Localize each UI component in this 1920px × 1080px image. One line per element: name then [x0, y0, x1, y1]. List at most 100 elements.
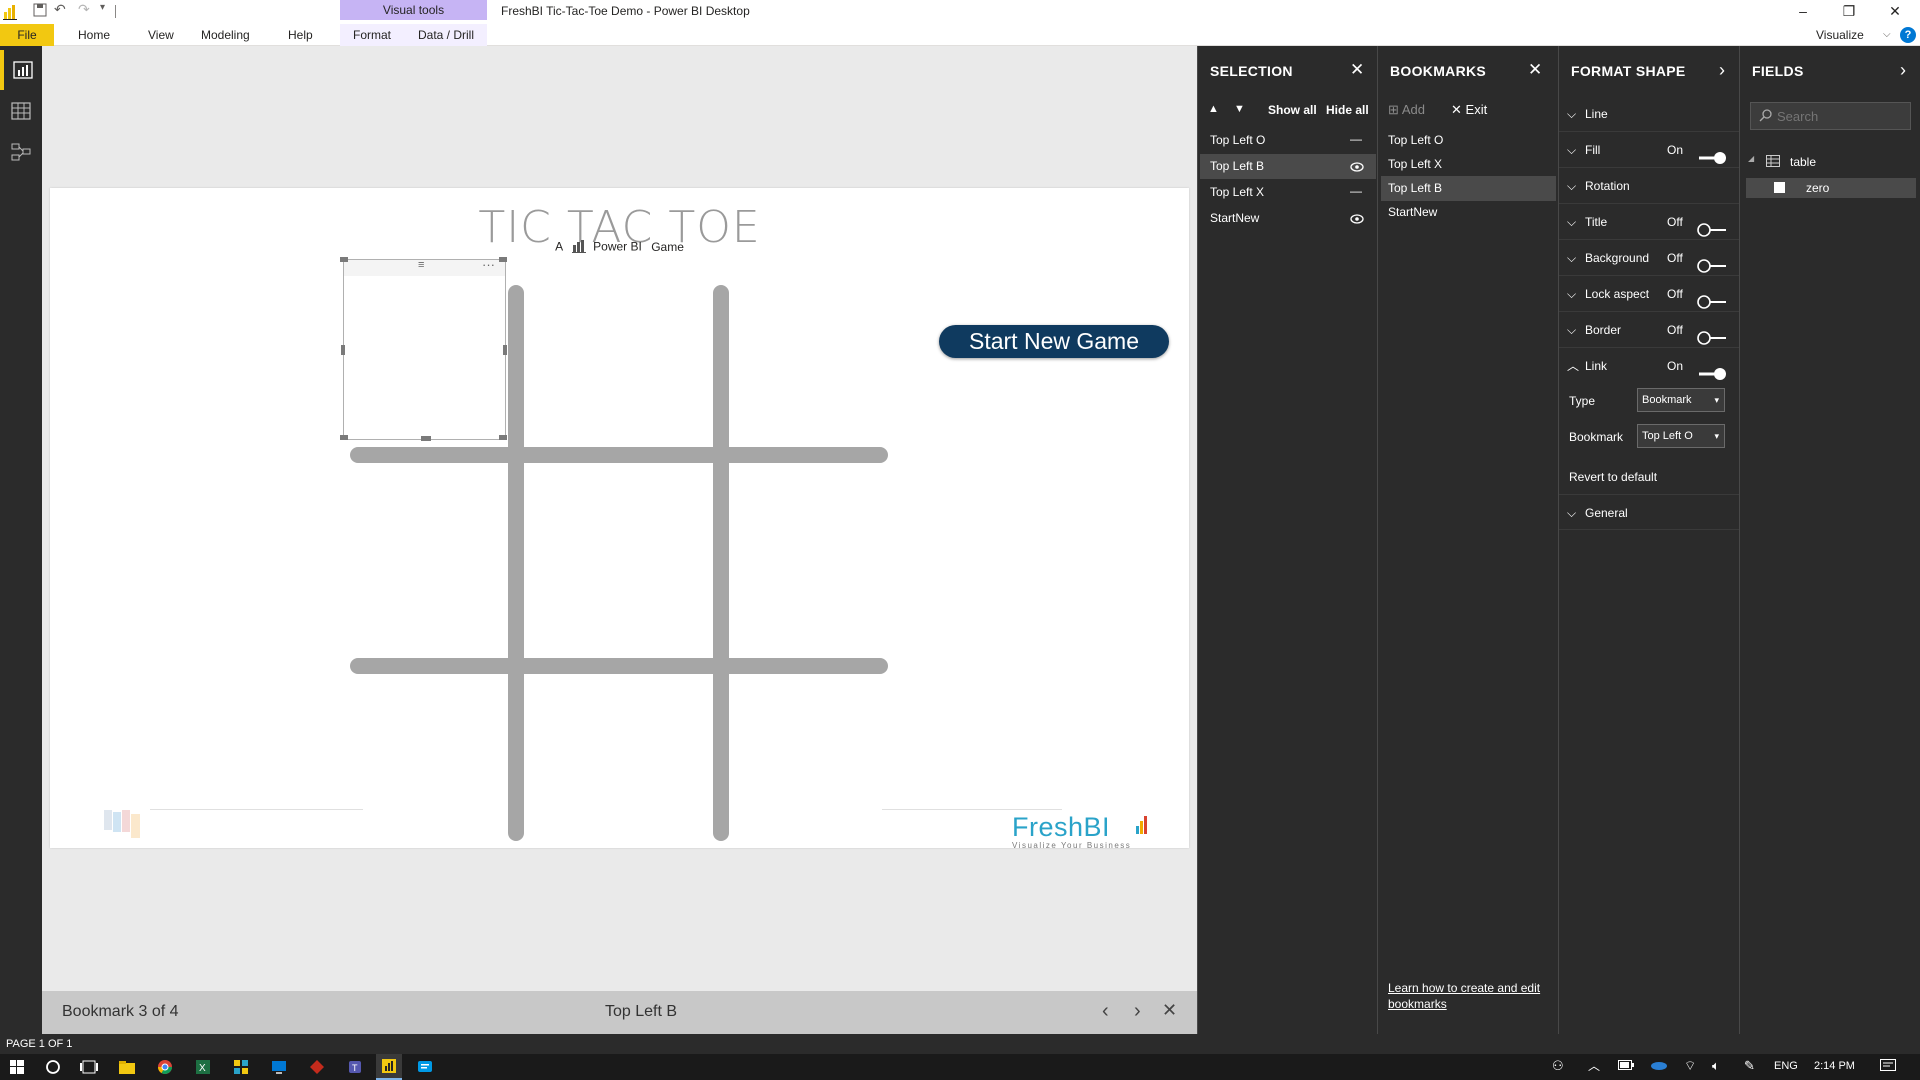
messaging-icon[interactable]: [414, 1057, 436, 1077]
previous-bookmark-icon[interactable]: ‹: [1102, 1000, 1109, 1023]
tab-modeling[interactable]: Modeling: [201, 24, 250, 46]
language-indicator[interactable]: ENG: [1774, 1060, 1798, 1072]
resize-handle[interactable]: [340, 257, 348, 262]
wifi-icon[interactable]: ⌔: [1684, 1058, 1696, 1074]
fields-search-box[interactable]: [1750, 102, 1911, 130]
fill-toggle[interactable]: [1697, 143, 1727, 164]
section-link[interactable]: ︿ Link On: [1559, 348, 1739, 384]
tab-file[interactable]: File: [0, 24, 54, 46]
section-rotation[interactable]: ⌵ Rotation: [1559, 168, 1739, 204]
data-view-icon[interactable]: [0, 91, 42, 131]
table-node[interactable]: ◢ table: [1748, 152, 1916, 172]
task-view-icon[interactable]: [78, 1057, 100, 1077]
resize-handle[interactable]: [499, 257, 507, 262]
volume-icon[interactable]: 🔈︎: [1712, 1058, 1720, 1074]
chrome-icon[interactable]: [154, 1057, 176, 1077]
resize-handle[interactable]: [503, 345, 507, 355]
windows-start-icon[interactable]: [6, 1057, 28, 1077]
close-selection-pane-icon[interactable]: ✕: [1350, 60, 1364, 80]
section-border[interactable]: ⌵ Border Off: [1559, 312, 1739, 348]
more-options-icon[interactable]: ···: [482, 257, 495, 272]
section-lock-aspect[interactable]: ⌵ Lock aspect Off: [1559, 276, 1739, 312]
hidden-dash-icon[interactable]: —: [1350, 127, 1362, 152]
battery-icon[interactable]: [1618, 1060, 1634, 1073]
collapse-format-pane-icon[interactable]: ›: [1719, 60, 1725, 81]
close-bookmarks-pane-icon[interactable]: ✕: [1528, 60, 1542, 80]
tab-view[interactable]: View: [148, 24, 174, 46]
link-type-dropdown[interactable]: Bookmark ▾: [1637, 388, 1725, 412]
bring-forward-icon[interactable]: ▲: [1208, 103, 1219, 115]
eye-icon[interactable]: [1350, 154, 1364, 179]
show-hidden-icons[interactable]: ︿: [1588, 1057, 1600, 1074]
close-window-button[interactable]: ✕: [1872, 0, 1918, 22]
report-page[interactable]: TIC TAC TOE A Power BI Game ≡ ··· Start …: [50, 188, 1189, 850]
model-view-icon[interactable]: [0, 132, 42, 172]
revert-to-default-button[interactable]: Revert to default: [1569, 470, 1657, 484]
action-center-icon[interactable]: [1880, 1059, 1896, 1076]
section-fill[interactable]: ⌵ Fill On: [1559, 132, 1739, 168]
bookmark-item[interactable]: StartNew: [1381, 200, 1556, 225]
list-item[interactable]: StartNew: [1200, 206, 1376, 231]
lock-aspect-toggle[interactable]: [1697, 287, 1727, 309]
resize-handle[interactable]: [340, 435, 348, 440]
teams-icon[interactable]: T: [344, 1057, 366, 1077]
file-explorer-icon[interactable]: [116, 1057, 138, 1077]
bookmark-item[interactable]: Top Left O: [1381, 128, 1556, 153]
redo-icon[interactable]: ↷: [78, 1, 90, 18]
collapse-fields-pane-icon[interactable]: ›: [1900, 60, 1906, 81]
add-bookmark-button[interactable]: ⊞ Add: [1388, 102, 1425, 118]
section-line[interactable]: ⌵ Line: [1559, 96, 1739, 132]
people-icon[interactable]: ⚇: [1552, 1058, 1564, 1074]
tab-format[interactable]: Format: [353, 24, 391, 46]
start-new-game-button[interactable]: Start New Game: [939, 325, 1169, 358]
tab-help[interactable]: Help: [288, 24, 313, 46]
field-checkbox[interactable]: [1774, 182, 1785, 193]
bookmark-item[interactable]: Top Left B: [1381, 176, 1556, 201]
title-toggle[interactable]: [1697, 215, 1727, 237]
cortana-icon[interactable]: [42, 1057, 64, 1077]
top-left-cell-shape[interactable]: ≡ ···: [340, 257, 507, 441]
customize-toolbar-icon[interactable]: ▾: [100, 2, 105, 13]
send-backward-icon[interactable]: ▼: [1234, 103, 1245, 115]
list-item[interactable]: Top Left X —: [1200, 180, 1376, 205]
close-bookmark-bar-icon[interactable]: ✕: [1162, 1000, 1177, 1021]
learn-bookmarks-link[interactable]: Learn how to create and edit bookmarks: [1388, 980, 1553, 1012]
restore-button[interactable]: ❐: [1826, 0, 1872, 22]
link-toggle[interactable]: [1697, 359, 1727, 380]
remote-desktop-icon[interactable]: [268, 1057, 290, 1077]
pen-icon[interactable]: ✎: [1744, 1058, 1755, 1074]
border-toggle[interactable]: [1697, 323, 1727, 345]
field-item[interactable]: zero: [1746, 178, 1916, 198]
section-general[interactable]: ⌵ General: [1559, 494, 1739, 530]
resize-handle[interactable]: [341, 345, 345, 355]
tab-data-drill[interactable]: Data / Drill: [418, 24, 474, 46]
bookmark-item[interactable]: Top Left X: [1381, 152, 1556, 177]
list-item[interactable]: Top Left O —: [1200, 128, 1376, 153]
section-background[interactable]: ⌵ Background Off: [1559, 240, 1739, 276]
powerbi-taskbar-icon[interactable]: [376, 1054, 402, 1080]
show-all-button[interactable]: Show all: [1268, 103, 1317, 117]
eye-icon[interactable]: [1350, 206, 1364, 231]
exit-bookmark-button[interactable]: ✕ Exit: [1451, 102, 1487, 118]
clock[interactable]: 2:14 PM: [1814, 1060, 1855, 1072]
resize-handle[interactable]: [421, 436, 431, 441]
resize-handle[interactable]: [499, 435, 507, 440]
link-bookmark-dropdown[interactable]: Top Left O ▾: [1637, 424, 1725, 448]
undo-icon[interactable]: ↶: [54, 1, 66, 18]
chevron-down-icon[interactable]: ⌵: [1883, 24, 1891, 46]
onedrive-icon[interactable]: [1650, 1059, 1668, 1074]
background-toggle[interactable]: [1697, 251, 1727, 273]
next-bookmark-icon[interactable]: ›: [1134, 1000, 1141, 1023]
excel-icon[interactable]: X: [192, 1057, 214, 1077]
save-icon[interactable]: [33, 3, 47, 20]
collapse-triangle-icon[interactable]: ◢: [1748, 154, 1754, 163]
list-item[interactable]: Top Left B: [1200, 154, 1376, 179]
search-input[interactable]: [1777, 106, 1905, 126]
section-title[interactable]: ⌵ Title Off: [1559, 204, 1739, 240]
minimize-button[interactable]: –: [1780, 0, 1826, 22]
help-icon[interactable]: ?: [1900, 27, 1916, 43]
report-view-icon[interactable]: [0, 50, 42, 90]
drag-handle-icon[interactable]: ≡: [418, 260, 424, 271]
tab-home[interactable]: Home: [78, 24, 110, 46]
hidden-dash-icon[interactable]: —: [1350, 179, 1362, 204]
